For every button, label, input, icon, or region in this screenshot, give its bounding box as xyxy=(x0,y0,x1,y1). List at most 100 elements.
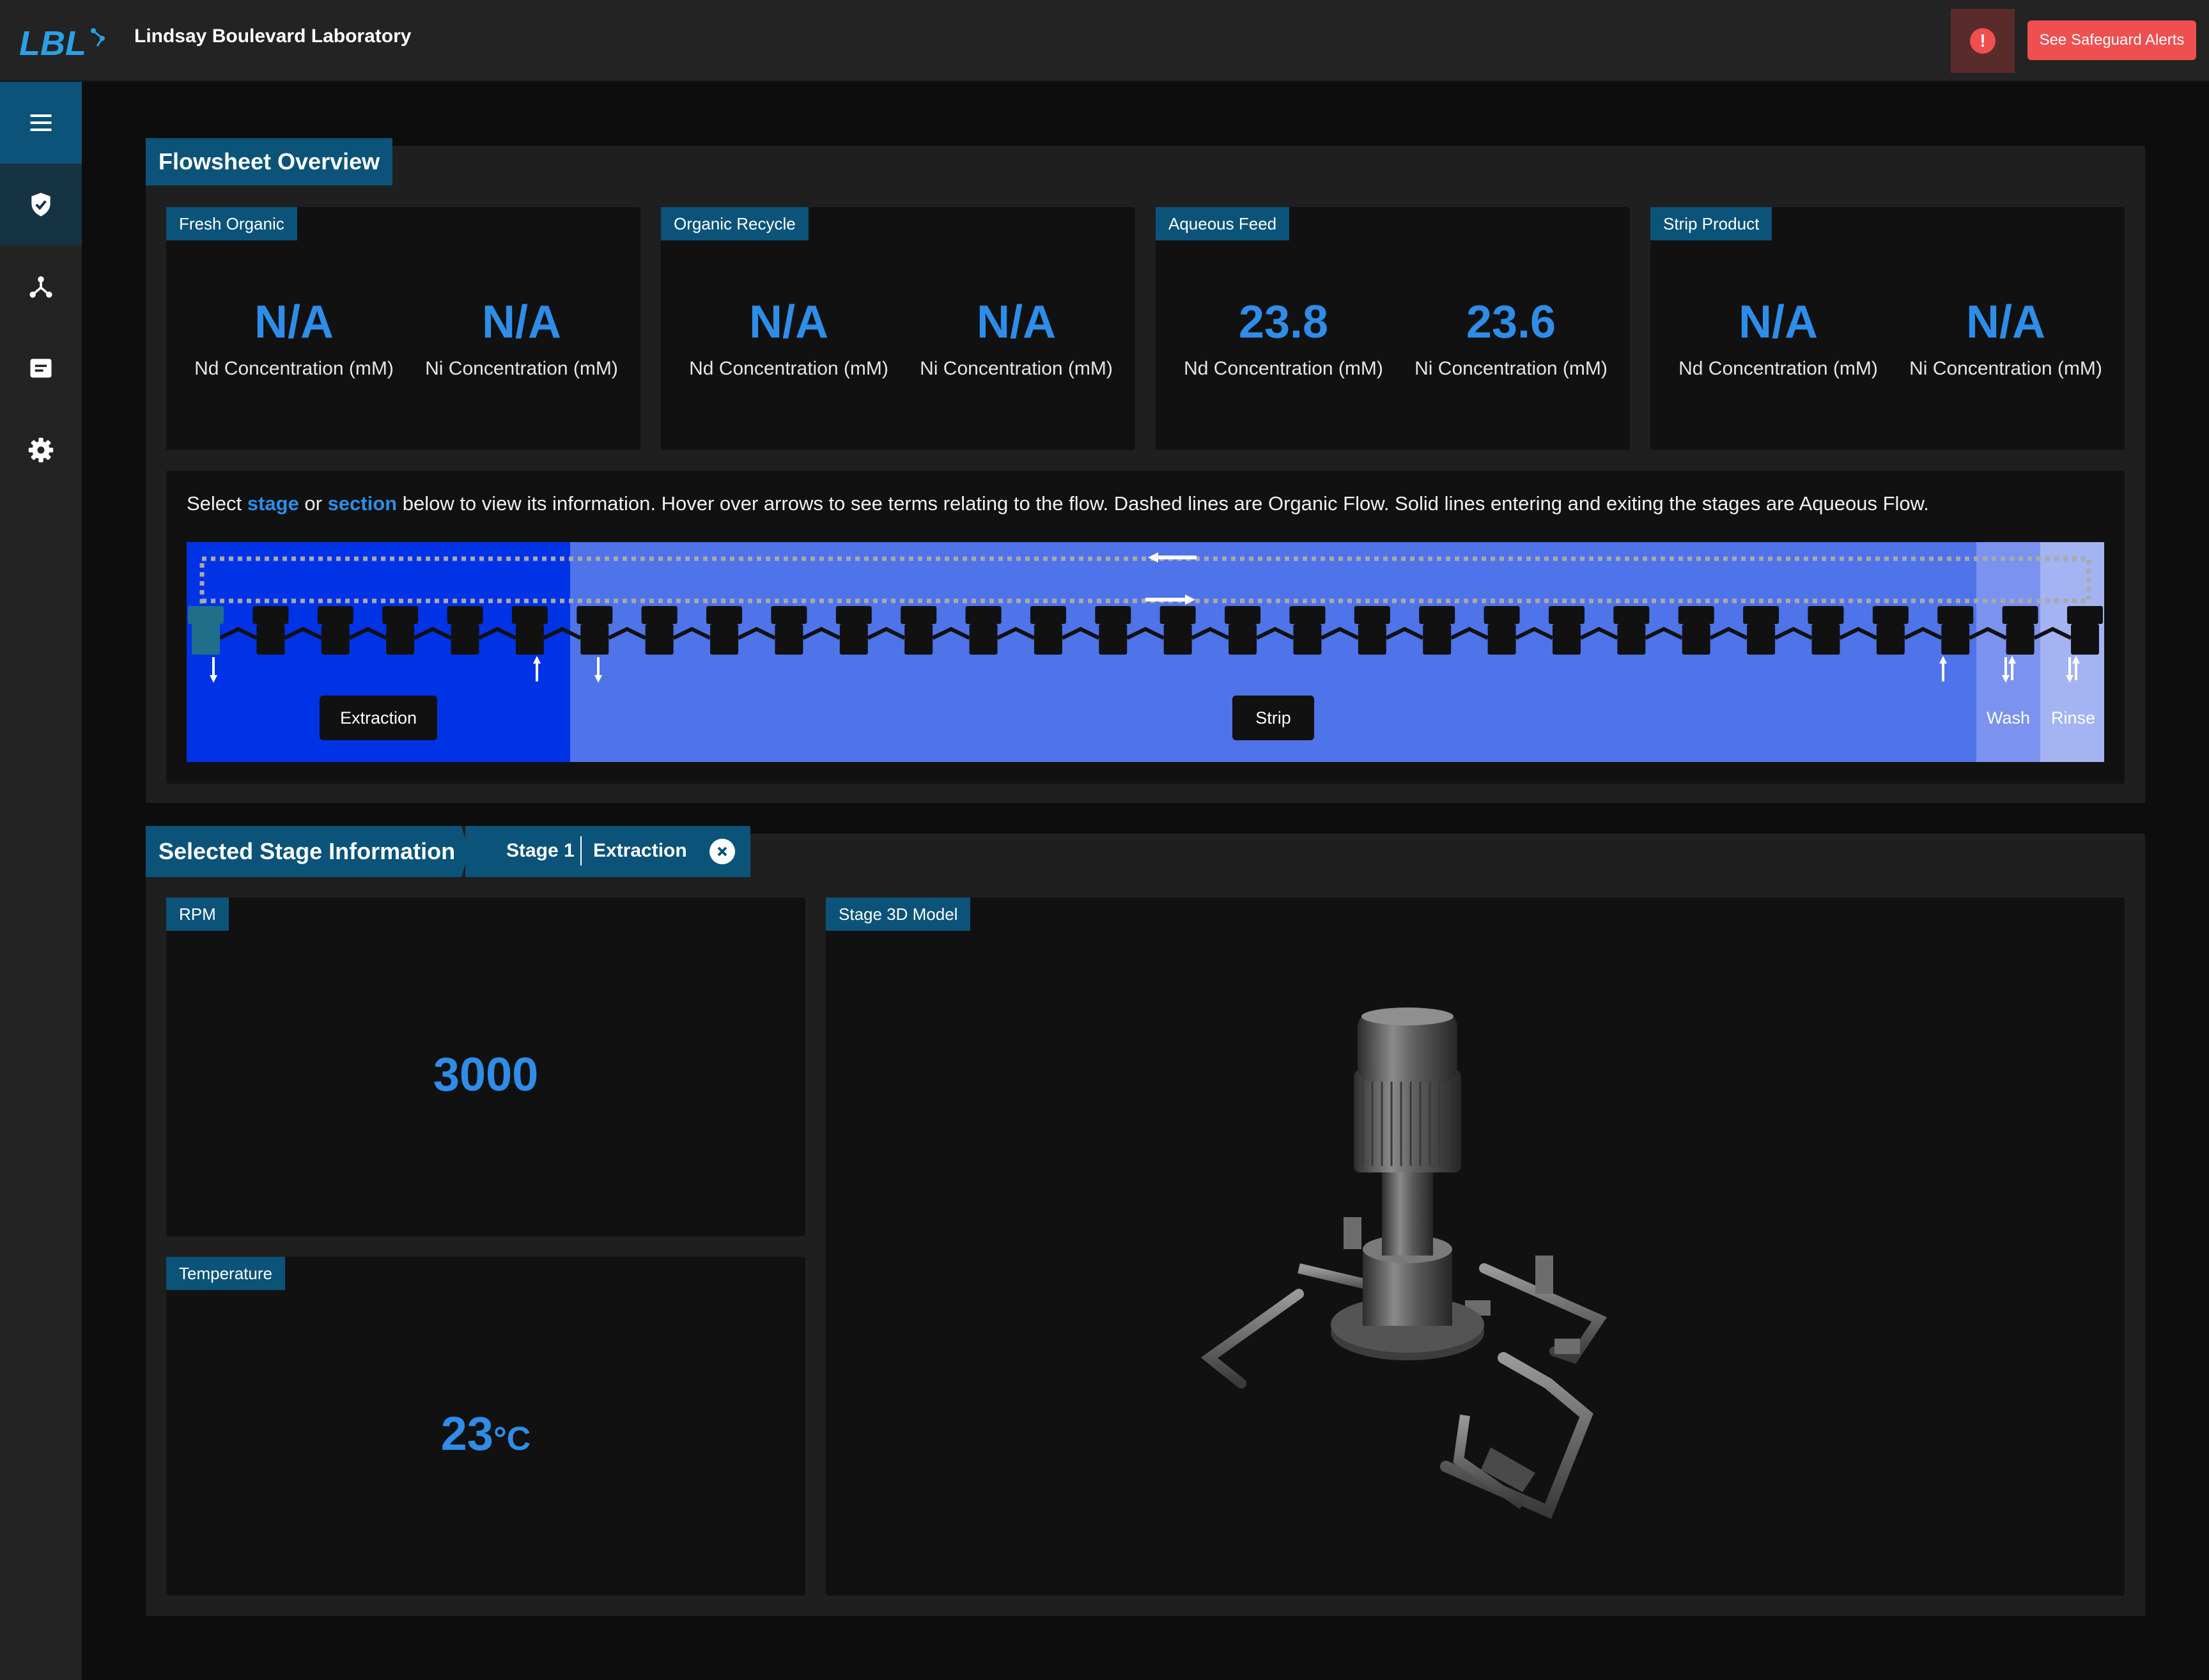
instr-part3: below to view its information. Hover ove… xyxy=(397,492,1929,515)
ni-label: Ni Concentration (mM) xyxy=(1415,358,1608,379)
card-label: Aqueous Feed xyxy=(1156,207,1290,240)
stage-unit[interactable] xyxy=(641,606,678,655)
exclamation-icon: ! xyxy=(1970,28,1996,54)
card-label: Strip Product xyxy=(1650,207,1772,240)
nd-concentration: N/A Nd Concentration (mM) xyxy=(179,299,409,380)
lbl-logo: LBL xyxy=(19,24,105,61)
temperature-card: Temperature 23°C xyxy=(166,1257,805,1596)
stage-unit[interactable] xyxy=(1937,606,1974,655)
flow-instructions: Select stage or section below to view it… xyxy=(187,492,1929,515)
flow-diagram: Extraction Strip Wash Rinse xyxy=(187,542,2104,762)
stage-unit[interactable] xyxy=(706,606,743,655)
stage-unit[interactable] xyxy=(1095,606,1131,655)
stage-unit[interactable] xyxy=(447,606,483,655)
stage-unit[interactable] xyxy=(252,606,289,655)
stage-unit[interactable] xyxy=(1613,606,1650,655)
stream-card-organic-recycle: Organic Recycle N/A Nd Concentration (mM… xyxy=(661,207,1135,450)
sidebar-item-network[interactable] xyxy=(0,245,82,327)
ni-value: 23.6 xyxy=(1466,297,1556,348)
stage-unit[interactable] xyxy=(2067,606,2103,655)
section-label-extraction[interactable]: Extraction xyxy=(320,696,437,740)
stage-unit[interactable] xyxy=(511,606,548,655)
stage-unit[interactable] xyxy=(1159,606,1196,655)
stage-unit[interactable] xyxy=(188,606,224,655)
sidebar-item-safeguards[interactable] xyxy=(0,164,82,245)
ni-label: Ni Concentration (mM) xyxy=(920,358,1113,379)
ni-value: N/A xyxy=(977,297,1056,348)
stream-card-fresh-organic: Fresh Organic N/A Nd Concentration (mM) … xyxy=(166,207,640,450)
ni-label: Ni Concentration (mM) xyxy=(425,358,618,379)
stage-unit[interactable] xyxy=(1808,606,1844,655)
ni-label: Ni Concentration (mM) xyxy=(1909,358,2102,379)
instr-part1: Select xyxy=(187,492,247,515)
stage-unit[interactable] xyxy=(382,606,419,655)
breadcrumb-divider xyxy=(580,836,582,866)
stream-card-strip-product: Strip Product N/A Nd Concentration (mM) … xyxy=(1650,207,2125,450)
alert-indicator[interactable]: ! xyxy=(1951,9,2015,73)
stage-unit[interactable] xyxy=(1484,606,1520,655)
stage-unit[interactable] xyxy=(317,606,353,655)
nd-value: N/A xyxy=(749,297,828,348)
instr-part2: or xyxy=(298,492,328,515)
stage-unit[interactable] xyxy=(577,606,613,655)
nd-label: Nd Concentration (mM) xyxy=(194,358,394,379)
stage-unit[interactable] xyxy=(1548,606,1585,655)
stage-unit[interactable] xyxy=(2002,606,2038,655)
section-link[interactable]: section xyxy=(328,492,398,515)
nd-value: 23.8 xyxy=(1238,297,1329,348)
temperature-value: 23 xyxy=(440,1407,493,1460)
model-label: Stage 3D Model xyxy=(826,898,971,931)
rpm-card: RPM 3000 xyxy=(166,898,805,1236)
shield-check-icon xyxy=(31,192,50,217)
section-label-wash[interactable]: Wash xyxy=(1987,708,2030,728)
breadcrumb-stage: Stage 1 xyxy=(506,840,575,861)
temperature-reading: 23°C xyxy=(166,1406,805,1461)
close-circle-icon[interactable] xyxy=(709,839,735,864)
stage-unit[interactable] xyxy=(1419,606,1455,655)
flow-diagram-svg xyxy=(187,542,2104,762)
nd-label: Nd Concentration (mM) xyxy=(1184,358,1383,379)
stage-unit[interactable] xyxy=(771,606,807,655)
flowsheet-title: Flowsheet Overview xyxy=(146,138,393,185)
stage-unit[interactable] xyxy=(1354,606,1390,655)
ni-concentration: 23.6 Ni Concentration (mM) xyxy=(1396,299,1626,380)
nd-concentration: N/A Nd Concentration (mM) xyxy=(674,299,904,380)
sidebar xyxy=(0,82,82,1680)
see-safeguard-alerts-button[interactable]: See Safeguard Alerts xyxy=(2027,20,2196,60)
stage-unit[interactable] xyxy=(901,606,937,655)
selected-stage-title: Selected Stage Information xyxy=(146,826,479,877)
hamburger-icon xyxy=(30,114,52,132)
nd-value: N/A xyxy=(1739,297,1818,348)
stage-unit[interactable] xyxy=(1872,606,1909,655)
stage-link[interactable]: stage xyxy=(247,492,299,515)
stage-unit[interactable] xyxy=(965,606,1002,655)
ni-concentration: N/A Ni Concentration (mM) xyxy=(1891,299,2121,380)
card-label: Organic Recycle xyxy=(661,207,809,240)
network-icon xyxy=(29,276,52,298)
stage-unit[interactable] xyxy=(1743,606,1779,655)
section-label-rinse[interactable]: Rinse xyxy=(2051,708,2095,728)
rpm-value: 3000 xyxy=(433,1048,539,1101)
sidebar-item-menu[interactable] xyxy=(0,82,82,164)
stage-breadcrumb: Stage 1 Extraction xyxy=(465,826,750,877)
logo-text: LBL xyxy=(19,24,86,61)
nd-concentration: N/A Nd Concentration (mM) xyxy=(1663,299,1893,380)
stage-unit[interactable] xyxy=(1225,606,1261,655)
top-bar: LBL Lindsay Boulevard Laboratory ! See S… xyxy=(0,0,2209,82)
temperature-label: Temperature xyxy=(166,1257,285,1290)
ni-concentration: N/A Ni Concentration (mM) xyxy=(901,299,1131,380)
ni-value: N/A xyxy=(482,297,561,348)
stage-unit[interactable] xyxy=(835,606,872,655)
temperature-unit: °C xyxy=(493,1420,531,1458)
section-label-strip[interactable]: Strip xyxy=(1232,696,1314,740)
stage-unit[interactable] xyxy=(1678,606,1714,655)
sidebar-item-settings[interactable] xyxy=(0,409,82,491)
centrifuge-3d-model[interactable] xyxy=(1190,1000,1765,1537)
stage-unit[interactable] xyxy=(1289,606,1326,655)
stage-unit[interactable] xyxy=(1030,606,1066,655)
nd-value: N/A xyxy=(254,297,334,348)
gear-icon xyxy=(28,437,54,463)
document-icon xyxy=(30,359,52,378)
sidebar-item-documents[interactable] xyxy=(0,327,82,409)
nd-label: Nd Concentration (mM) xyxy=(1678,358,1878,379)
